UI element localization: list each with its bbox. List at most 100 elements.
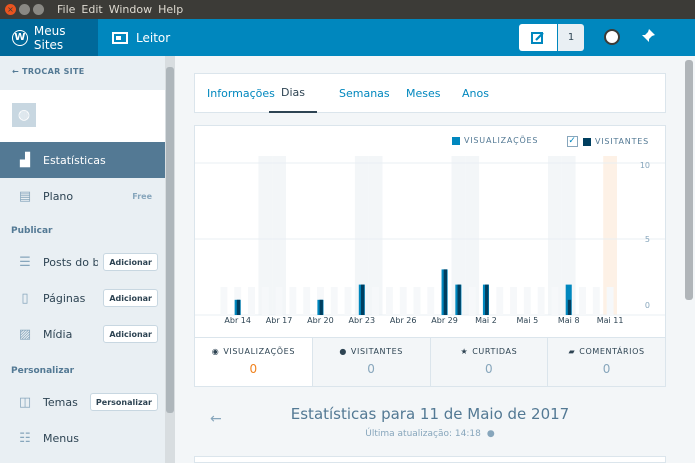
- bar-placeholder: [413, 287, 421, 315]
- summary-visitors[interactable]: ● VISITANTES 0: [312, 338, 431, 386]
- bar-chart-icon: ▟: [20, 152, 30, 168]
- bar-visitors: [236, 299, 241, 315]
- next-card: [194, 456, 666, 463]
- stats-chart-card: VISUALIZAÇÕES ✓ VISITANTES 10 5 0 Abr 14 Abr…: [194, 125, 666, 387]
- masterbar: W Meus Sites Leitor 1: [0, 19, 695, 56]
- plan-badge: Free: [132, 191, 152, 201]
- comment-icon: ▰: [568, 347, 576, 356]
- add-page-button[interactable]: Adicionar: [103, 289, 158, 307]
- sidebar-item-posts[interactable]: ☰ Posts do blog Adicionar: [0, 244, 165, 280]
- bar-placeholder: [592, 287, 600, 315]
- summary-value: 0: [602, 362, 611, 376]
- current-site-card[interactable]: ◍: [0, 90, 165, 142]
- last-updated-text: Última atualização: 14:18: [365, 429, 481, 439]
- sidebar-scrollbar-thumb[interactable]: [166, 67, 174, 413]
- main-scrollbar-thumb[interactable]: [685, 60, 693, 300]
- window-minimize-button[interactable]: [19, 4, 30, 15]
- refresh-dot-icon[interactable]: ●: [487, 429, 495, 439]
- bar-placeholder: [579, 287, 586, 315]
- switch-site-label: TROCAR SITE: [22, 67, 85, 76]
- x-tick-label: Mai 11: [597, 316, 624, 325]
- reader-icon: [112, 31, 128, 44]
- bar-placeholder: [510, 287, 517, 315]
- add-media-button[interactable]: Adicionar: [103, 325, 158, 343]
- themes-icon: ◫: [18, 394, 32, 410]
- summary-value: 0: [485, 362, 493, 376]
- bar-placeholder: [261, 287, 269, 315]
- menu-edit[interactable]: Edit: [81, 3, 102, 16]
- window-close-button[interactable]: ×: [5, 4, 16, 15]
- bar-placeholder: [537, 287, 545, 315]
- menu-file[interactable]: File: [57, 3, 75, 16]
- avatar[interactable]: [604, 29, 620, 45]
- sidebar-item-label: Temas: [43, 395, 78, 409]
- summary-value: 0: [367, 362, 375, 376]
- tab-days[interactable]: Dias: [269, 74, 317, 113]
- bar-visitors: [485, 284, 489, 315]
- bar-placeholder: [344, 287, 352, 315]
- x-tick-label: Mai 5: [517, 316, 539, 325]
- reader-button[interactable]: Leitor: [98, 19, 170, 56]
- bar-visitors: [360, 284, 365, 315]
- my-sites-label: Meus Sites: [33, 23, 66, 52]
- stats-bar-chart: 10 5 0 Abr 14 Abr 17 Abr 20 Abr 23 Abr 26 Abr 29…: [195, 156, 665, 325]
- bar-placeholder: [220, 287, 228, 315]
- y-tick-label: 10: [640, 161, 650, 170]
- bar-placeholder: [372, 287, 380, 315]
- posts-icon: ☰: [19, 254, 31, 270]
- sidebar-item-label: Posts do blog: [43, 255, 98, 269]
- bar-placeholder: [275, 287, 283, 315]
- star-icon: ★: [460, 347, 469, 356]
- pin-icon: [642, 29, 655, 42]
- write-post-button[interactable]: [519, 24, 557, 51]
- bar-visitors: [457, 284, 461, 315]
- bar-placeholder: [551, 287, 559, 315]
- drafts-count[interactable]: 1: [558, 24, 584, 51]
- customize-button[interactable]: Personalizar: [89, 393, 158, 411]
- menu-window[interactable]: Window: [109, 3, 152, 16]
- tab-insights[interactable]: Informações: [207, 74, 275, 113]
- bar-placeholder: [606, 287, 614, 315]
- x-tick-label: Mai 2: [475, 316, 497, 325]
- notifications-icon[interactable]: [640, 28, 664, 46]
- sidebar-item-label: Mídia: [43, 327, 73, 341]
- bar-visitors: [443, 269, 448, 315]
- day-stats-title: Estatísticas para 11 de Maio de 2017: [290, 405, 570, 423]
- add-post-button[interactable]: Adicionar: [103, 253, 158, 271]
- sidebar-item-media[interactable]: ▨ Mídia Adicionar: [0, 316, 165, 352]
- tab-months[interactable]: Meses: [406, 74, 441, 113]
- pages-icon: ▯: [21, 290, 29, 306]
- summary-views[interactable]: ◉ VISUALIZAÇÕES 0: [195, 338, 313, 386]
- y-tick-label: 0: [645, 301, 650, 310]
- x-tick-label: Abr 23: [349, 316, 376, 325]
- sidebar-item-plan[interactable]: ▤ Plano Free: [0, 178, 165, 214]
- tab-years[interactable]: Anos: [462, 74, 489, 113]
- switch-site-link[interactable]: ← TROCAR SITE: [12, 67, 84, 76]
- sidebar-item-pages[interactable]: ▯ Páginas Adicionar: [0, 280, 165, 316]
- x-tick-label: Abr 29: [431, 316, 458, 325]
- bar-placeholder: [248, 287, 255, 315]
- my-sites-button[interactable]: W Meus Sites: [0, 19, 98, 56]
- sidebar-item-menus[interactable]: ☷ Menus: [0, 420, 165, 456]
- plan-icon: ▤: [18, 188, 32, 204]
- y-tick-label: 5: [645, 235, 650, 244]
- period-tabs: Informações Dias Semanas Meses Anos: [194, 73, 666, 113]
- summary-comments[interactable]: ▰ COMENTÁRIOS 0: [548, 338, 665, 386]
- bar-placeholder: [385, 287, 393, 315]
- x-tick-label: Abr 14: [224, 316, 251, 325]
- summary-label: COMENTÁRIOS: [579, 347, 645, 356]
- sidebar-item-stats[interactable]: ▟ Estatísticas: [0, 142, 165, 178]
- section-personalize: Personalizar: [11, 366, 75, 376]
- x-tick-label: Abr 26: [390, 316, 417, 325]
- tab-weeks[interactable]: Semanas: [339, 74, 390, 113]
- menu-help[interactable]: Help: [158, 3, 183, 16]
- menus-icon: ☷: [19, 430, 31, 446]
- eye-icon: ◉: [211, 347, 220, 356]
- sidebar-item-themes[interactable]: ◫ Temas Personalizar: [0, 384, 165, 420]
- summary-likes[interactable]: ★ CURTIDAS 0: [430, 338, 549, 386]
- sidebar-item-label: Plano: [43, 189, 74, 203]
- bar-placeholder: [303, 287, 311, 315]
- bar-visitors: [319, 299, 323, 315]
- summary-label: VISUALIZAÇÕES: [223, 347, 296, 356]
- window-maximize-button[interactable]: [33, 4, 44, 15]
